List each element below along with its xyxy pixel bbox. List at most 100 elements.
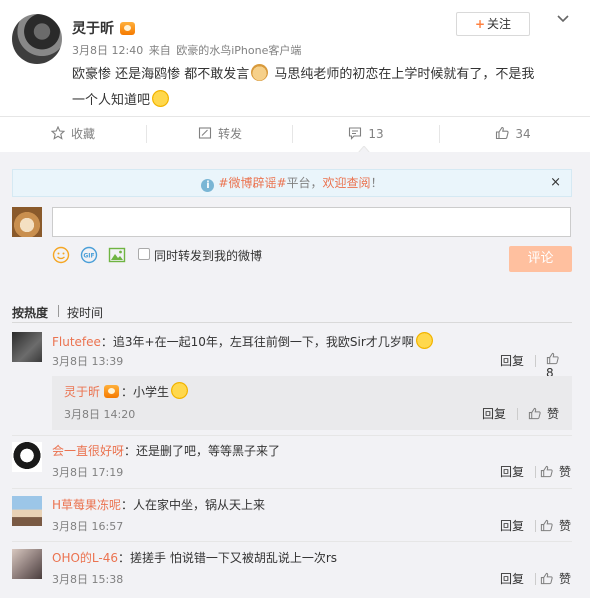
commenter-name[interactable]: 会一直很好呀 [52,444,124,458]
author-avatar[interactable] [12,14,62,64]
comments-panel: i #微博辟谣#平台，欢迎查阅！ × GIF 同时转发到我的微博 评论 按热度 按… [0,152,590,598]
comment-item: Flutefee：追3年+在一起10年，左耳往前倒一下，我欧Sir才几岁啊 3月… [12,332,572,380]
commenter-avatar[interactable] [12,549,42,579]
comment-time: 3月8日 17:19 [52,466,124,479]
star-icon [50,126,65,140]
laugh-emoji-icon [171,382,189,399]
comment-input[interactable] [52,207,571,237]
info-icon: i [201,179,215,192]
comment-content: ：人在家中坐，锅从天上来 [121,498,266,512]
notice-link[interactable]: #微博辟谣# [218,176,286,190]
comment-item: OHO的L-46：搓搓手 怕说错一下又被胡乱说上一次rs 3月8日 15:38 … [12,549,572,589]
comment-like-label: 赞 [559,465,572,479]
comment-time: 3月8日 13:39 [52,355,124,368]
sub-reply-box: 灵于昕 ：小学生 3月8日 14:20 回复 赞 [52,376,572,430]
repost-button[interactable]: 转发 [147,117,293,153]
sub-reply-content: ：小学生 [121,385,170,399]
tab-divider [58,305,59,317]
comment-text: Flutefee：追3年+在一起10年，左耳往前倒一下，我欧Sir才几岁啊 [52,332,572,351]
comment-time: 3月8日 15:38 [52,573,124,586]
comment-like-label: 赞 [559,519,572,533]
comment-like-button[interactable]: 赞 [540,517,571,534]
comment-text: H草莓果冻呢：人在家中坐，锅从天上来 [52,496,572,514]
vip-badge-icon [104,385,120,398]
thumbs-up-icon [540,572,553,585]
commenter-avatar[interactable] [12,442,42,472]
thumbs-up-icon [496,126,509,140]
favorite-label: 收藏 [70,127,95,141]
favorite-button[interactable]: 收藏 [0,117,146,153]
comment-divider [535,355,536,367]
reply-button[interactable]: 回复 [482,405,506,422]
plus-icon: + [474,17,486,31]
post-date[interactable]: 3月8日 12:40 [72,44,143,57]
comment-content: ：追3年+在一起10年，左耳往前倒一下，我欧Sir才几岁啊 [100,335,414,349]
post-text-part1: 欧豪惨 还是海鸥惨 都不敢发言 [72,67,250,82]
commenter-avatar[interactable] [12,496,42,526]
post-text: 欧豪惨 还是海鸥惨 都不敢发言 马思纯老师的初恋在上学时候就有了，不是我 一个人… [72,62,572,114]
post-text-part2: 马思纯老师的初恋在上学时候就有了，不是我 [270,67,535,82]
sub-reply-name[interactable]: 灵于昕 [64,385,100,399]
close-icon[interactable]: × [550,170,561,196]
commenter-name[interactable]: Flutefee [52,335,101,349]
sweat-emoji-icon [415,332,433,349]
sub-reply-time: 3月8日 14:20 [64,408,136,421]
comment-separator [12,541,572,542]
sort-divider [12,322,572,323]
post-source[interactable]: 欧豪的水鸟iPhone客户端 [176,44,301,57]
my-avatar [12,207,42,237]
comment-icon [349,127,362,140]
doge-emoji-icon [251,64,269,81]
emoji-picker-icon[interactable] [52,246,70,264]
comment-like-button[interactable]: 赞 [540,570,571,587]
rumor-notice-banner: i #微博辟谣#平台，欢迎查阅！ × [12,169,572,197]
like-count: 34 [515,127,531,141]
submit-comment-button[interactable]: 评论 [509,246,572,272]
reply-button[interactable]: 回复 [500,463,524,480]
like-button[interactable]: 34 [440,117,586,153]
reply-button[interactable]: 回复 [500,352,524,369]
gif-icon[interactable]: GIF [80,246,98,264]
reply-button[interactable]: 回复 [500,570,524,587]
tab-sort-hot[interactable]: 按热度 [12,304,48,321]
weibo-post: 灵于昕 3月8日 12:40 来自 欧豪的水鸟iPhone客户端 + 关注 欧豪惨… [0,0,590,116]
repost-label: 转发 [217,127,242,141]
comment-count: 13 [368,127,384,141]
follow-button[interactable]: + 关注 [456,12,530,36]
comment-separator [12,488,572,489]
post-meta: 3月8日 12:40 来自 欧豪的水鸟iPhone客户端 [72,42,303,58]
comment-sort-tabs: 按热度 按时间 [0,289,590,320]
comment-divider [535,573,536,585]
commenter-name[interactable]: OHO的L-46 [52,551,118,565]
chevron-down-icon[interactable] [556,12,570,26]
comment-item: 会一直很好呀：还是删了吧，等等黑子来了 3月8日 17:19 回复 赞 [12,442,572,482]
image-upload-icon[interactable] [108,246,126,264]
comment-text: 会一直很好呀：还是删了吧，等等黑子来了 [52,442,572,460]
tab-sort-time[interactable]: 按时间 [67,304,103,321]
commenter-name[interactable]: H草莓果冻呢 [52,498,121,512]
comment-divider [535,466,536,478]
comment-separator [12,435,572,436]
notice-cta[interactable]: 欢迎查阅 [323,176,371,190]
reply-button[interactable]: 回复 [500,517,524,534]
comment-item: H草莓果冻呢：人在家中坐，锅从天上来 3月8日 16:57 回复 赞 [12,496,572,536]
commenter-avatar[interactable] [12,332,42,362]
thumbs-up-icon [540,519,553,532]
comment-like-button[interactable]: 赞 [528,405,559,422]
repost-icon [198,127,212,139]
thumbs-up-icon [528,407,541,420]
comment-content: ：还是删了吧，等等黑子来了 [124,444,281,458]
comment-text: OHO的L-46：搓搓手 怕说错一下又被胡乱说上一次rs [52,549,572,567]
smile-emoji-icon [152,90,170,107]
comment-like-label: 赞 [559,572,572,586]
follow-label: 关注 [487,17,512,31]
repost-checkbox[interactable] [138,248,150,260]
thumbs-up-icon [540,465,553,478]
comment-divider [517,408,518,420]
comment-like-button[interactable]: 赞 [540,463,571,480]
notice-middle: 平台， [286,176,323,190]
author-name[interactable]: 灵于昕 [72,21,114,37]
notice-suffix: ！ [370,176,383,190]
repost-checkbox-label[interactable]: 同时转发到我的微博 [154,247,262,264]
sub-reply-text: 灵于昕 ：小学生 [64,382,190,401]
